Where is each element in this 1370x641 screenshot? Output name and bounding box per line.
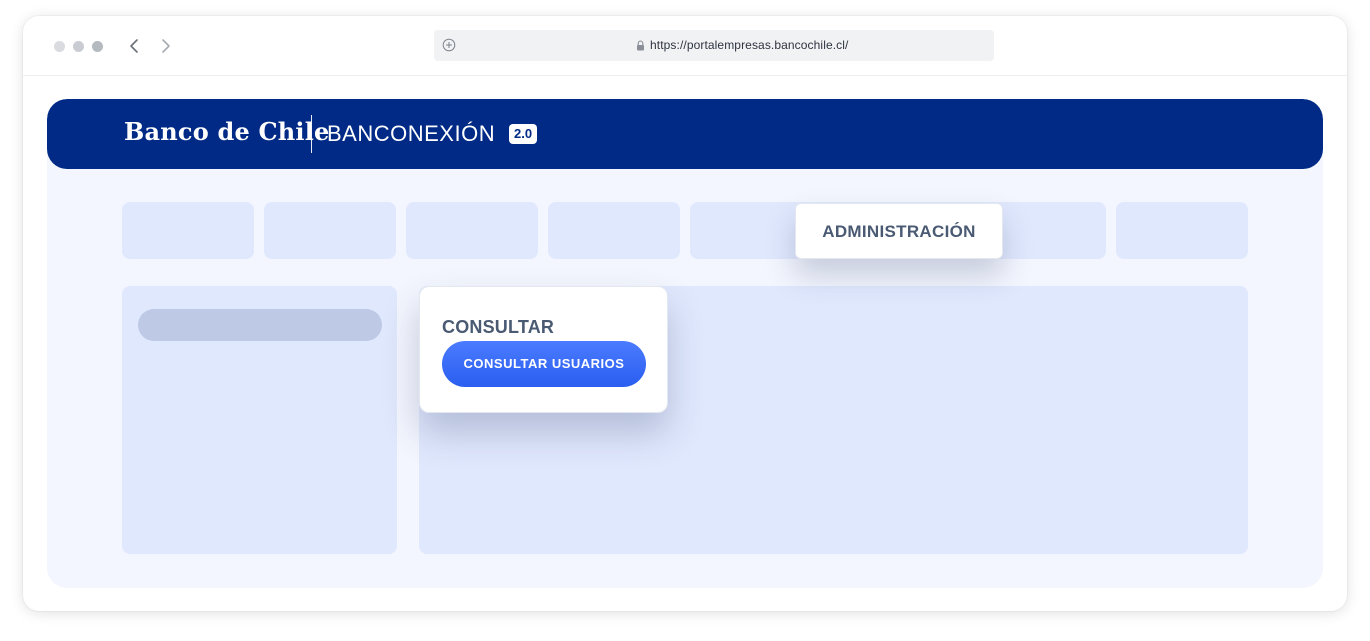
app-header: Banco de Chile BANCONEXIÓN 2.0 — [47, 99, 1323, 169]
window-minimize-dot-icon[interactable] — [73, 41, 84, 52]
window-maximize-dot-icon[interactable] — [92, 41, 103, 52]
sidebar-item-placeholder[interactable] — [138, 309, 382, 341]
back-arrow-icon[interactable] — [125, 36, 143, 56]
menu-tab-administracion[interactable]: ADMINISTRACIÓN — [795, 203, 1003, 259]
url-text: https://portalempresas.bancochile.cl/ — [650, 38, 849, 52]
menu-tab-placeholder[interactable] — [122, 202, 254, 259]
submenu-section-title: CONSULTAR — [442, 317, 555, 337]
consultar-submenu: CONSULTAR CONSULTAR USUARIOS — [419, 286, 668, 413]
menu-tab-placeholder[interactable] — [406, 202, 538, 259]
new-tab-plus-icon[interactable] — [442, 38, 456, 52]
banking-app: Banco de Chile BANCONEXIÓN 2.0 — [47, 99, 1323, 588]
product-name: BANCONEXIÓN — [327, 121, 496, 146]
browser-toolbar: https://portalempresas.bancochile.cl/ — [23, 16, 1347, 76]
browser-window: https://portalempresas.bancochile.cl/ Ba… — [23, 16, 1347, 611]
address-bar[interactable]: https://portalempresas.bancochile.cl/ — [434, 30, 994, 61]
menu-tab-placeholder[interactable] — [1116, 202, 1248, 259]
brand-logo[interactable]: Banco de Chile — [124, 117, 330, 146]
sidebar-placeholder — [122, 286, 397, 554]
header-divider — [311, 115, 312, 153]
window-close-dot-icon[interactable] — [54, 41, 65, 52]
menu-tab-placeholder[interactable] — [264, 202, 396, 259]
lock-icon — [637, 40, 644, 51]
forward-arrow-icon[interactable] — [157, 36, 175, 56]
consultar-usuarios-button[interactable]: CONSULTAR USUARIOS — [442, 341, 646, 387]
version-badge: 2.0 — [509, 124, 538, 144]
menu-tab-placeholder[interactable] — [548, 202, 680, 259]
menu-tab-label: ADMINISTRACIÓN — [822, 222, 976, 241]
